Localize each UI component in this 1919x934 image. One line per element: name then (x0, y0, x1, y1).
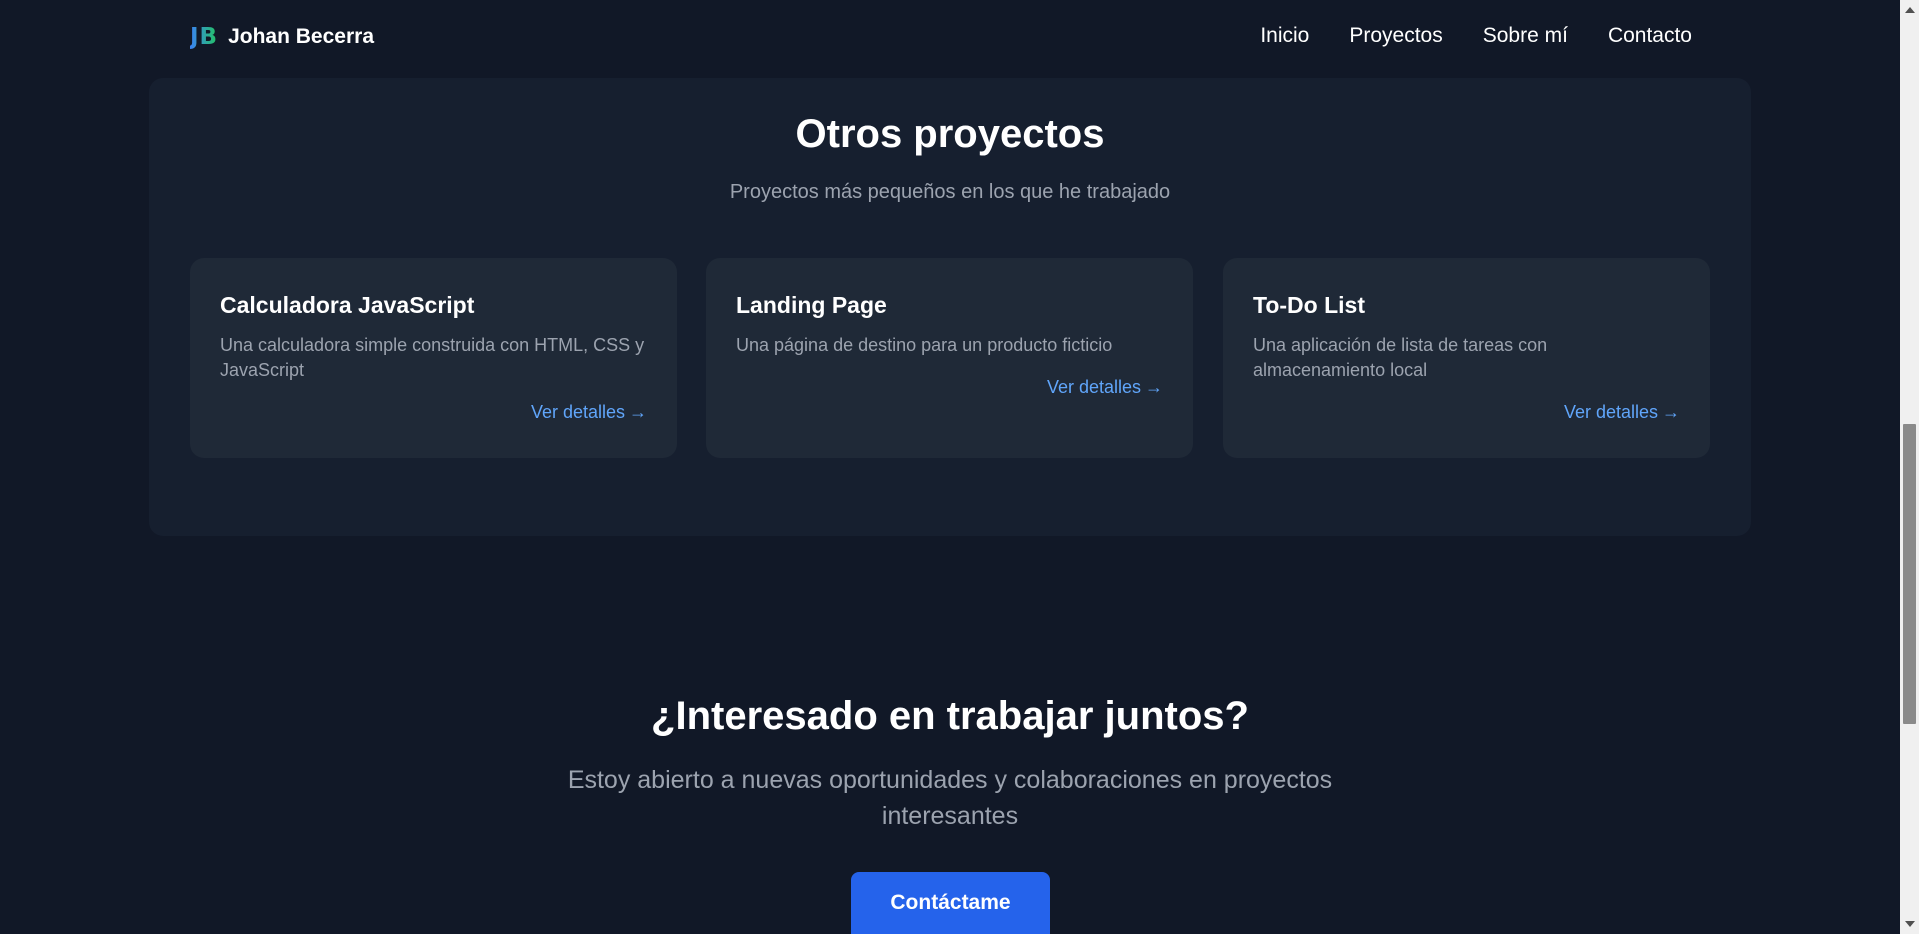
arrow-right-icon: → (1662, 402, 1680, 422)
arrow-right-icon: → (1145, 377, 1163, 397)
cta-subtitle: Estoy abierto a nuevas oportunidades y c… (567, 766, 1333, 830)
scroll-down-icon[interactable] (1905, 921, 1915, 927)
section-title: Otros proyectos (795, 112, 1105, 156)
nav-link-inicio[interactable]: Inicio (1260, 24, 1309, 48)
project-card-title: To-Do List (1253, 292, 1365, 318)
arrow-right-icon: → (629, 402, 647, 422)
section-subtitle: Proyectos más pequeños en los que he tra… (729, 181, 1171, 203)
project-card: Landing Page Una página de destino para … (706, 258, 1193, 458)
project-card-description: Una aplicación de lista de tareas con al… (1253, 335, 1548, 380)
site-header: JB Johan Becerra Inicio Proyectos Sobre … (0, 0, 1900, 76)
project-card: Calculadora JavaScript Una calculadora s… (190, 258, 677, 458)
view-details-label: Ver detalles (1046, 377, 1141, 397)
main-nav: Inicio Proyectos Sobre mí Contacto (1260, 24, 1692, 48)
view-details-link[interactable]: Ver detalles → (1253, 402, 1680, 423)
project-card: To-Do List Una aplicación de lista de ta… (1223, 258, 1710, 458)
logo[interactable]: JB Johan Becerra (190, 24, 374, 50)
nav-link-proyectos[interactable]: Proyectos (1349, 24, 1442, 48)
view-details-link[interactable]: Ver detalles → (220, 402, 647, 423)
view-details-link[interactable]: Ver detalles → (736, 377, 1163, 398)
vertical-scrollbar[interactable] (1900, 0, 1919, 934)
project-card-description: Una página de destino para un producto f… (736, 335, 1113, 355)
logo-name: Johan Becerra (228, 25, 374, 48)
scrollbar-thumb[interactable] (1903, 424, 1916, 724)
scroll-up-icon[interactable] (1905, 7, 1915, 13)
project-card-title: Landing Page (736, 292, 887, 318)
cta-title: ¿Interesado en trabajar juntos? (651, 694, 1249, 738)
contact-button[interactable]: Contáctame (851, 872, 1050, 934)
nav-link-contacto[interactable]: Contacto (1608, 24, 1692, 48)
view-details-label: Ver detalles (530, 402, 625, 422)
view-details-label: Ver detalles (1563, 402, 1658, 422)
logo-mark: JB (190, 24, 219, 50)
page: JB Johan Becerra Inicio Proyectos Sobre … (0, 0, 1919, 934)
nav-link-sobre-mi[interactable]: Sobre mí (1483, 24, 1568, 48)
project-card-title: Calculadora JavaScript (220, 292, 475, 318)
project-card-description: Una calculadora simple construida con HT… (220, 335, 645, 380)
